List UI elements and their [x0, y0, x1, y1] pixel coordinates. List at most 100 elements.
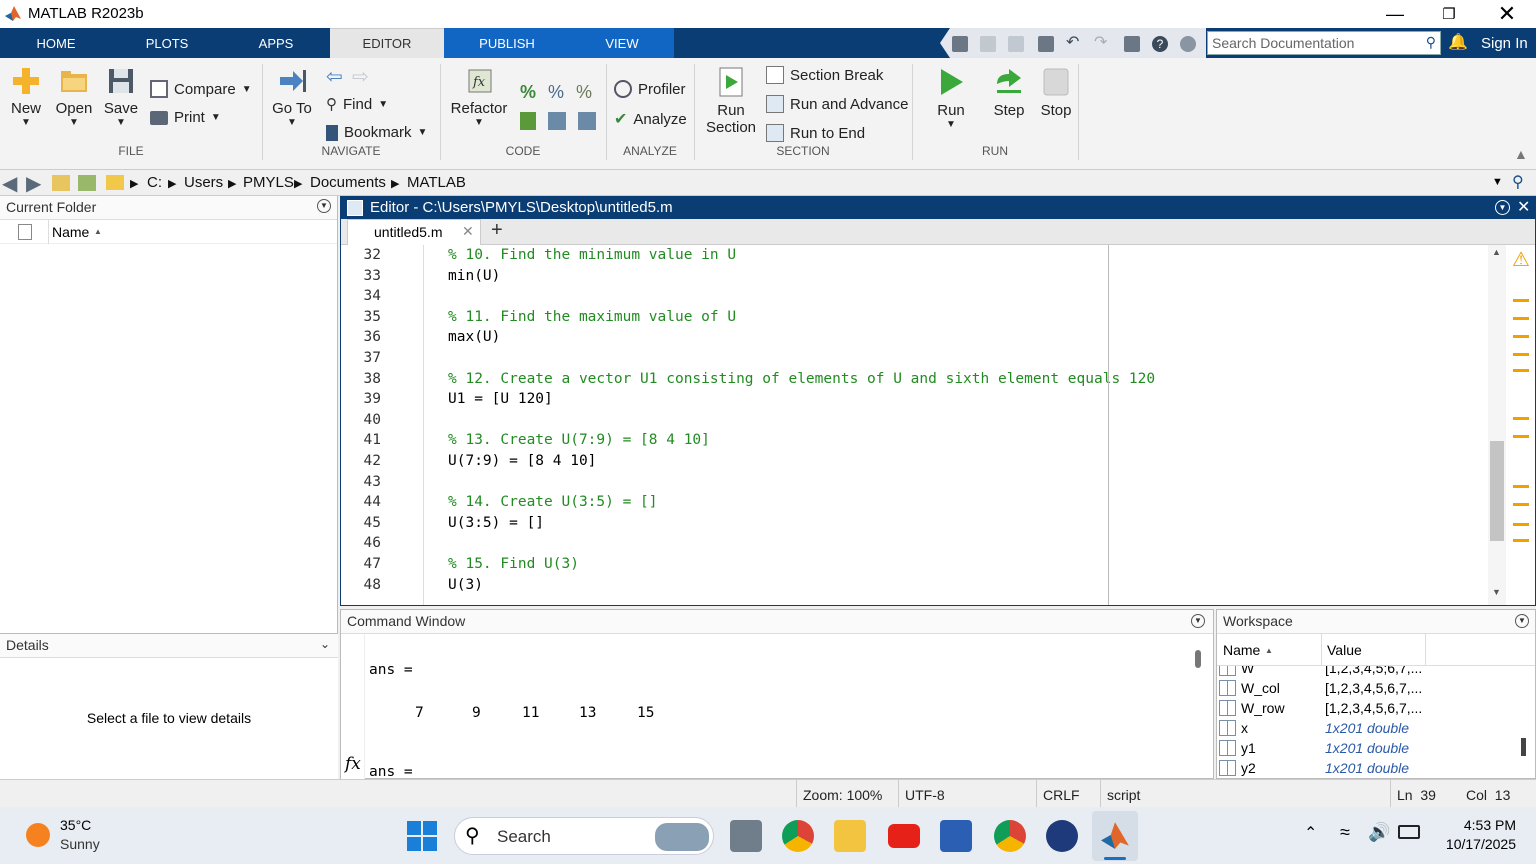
- weather-condition[interactable]: Sunny: [60, 836, 100, 852]
- code-area[interactable]: 32 % 10. Find the minimum value in U 33 min…: [341, 245, 1488, 605]
- file-explorer-icon[interactable]: [834, 820, 866, 852]
- analyze-button[interactable]: ✔ Analyze: [614, 109, 687, 129]
- volume-icon[interactable]: 🔊: [1368, 822, 1390, 843]
- warning-marker[interactable]: [1513, 485, 1529, 488]
- workspace-variable-row[interactable]: y2 1x201 double: [1217, 758, 1517, 778]
- name-column-header[interactable]: Name: [1223, 642, 1260, 658]
- browse-folder-icon[interactable]: [78, 175, 96, 191]
- collapse-ribbon-icon[interactable]: ▲: [1514, 146, 1528, 162]
- new-button[interactable]: New ▼: [8, 66, 44, 128]
- warning-marker[interactable]: [1513, 539, 1529, 542]
- scrollbar-thumb[interactable]: [1195, 650, 1201, 668]
- breadcrumb-documents[interactable]: Documents: [310, 174, 386, 191]
- breadcrumb-c[interactable]: C:: [147, 174, 162, 191]
- panel-menu-icon[interactable]: ▼: [1191, 614, 1205, 628]
- warning-marker[interactable]: [1513, 299, 1529, 302]
- warning-marker[interactable]: [1513, 523, 1529, 526]
- copy-icon[interactable]: [1008, 36, 1024, 52]
- wrap-comments-icon[interactable]: %: [576, 82, 592, 103]
- fx-function-browser-icon[interactable]: fx: [345, 754, 361, 774]
- find-button[interactable]: ⚲ Find ▼: [326, 95, 388, 114]
- scrollbar-thumb[interactable]: [1521, 738, 1526, 756]
- start-windows-icon[interactable]: [407, 821, 437, 851]
- run-section-button[interactable]: Run Section: [704, 66, 758, 136]
- code-comment-line[interactable]: % 15. Find U(3): [448, 556, 579, 572]
- warning-marker[interactable]: [1513, 435, 1529, 438]
- close-tab-icon[interactable]: ✕: [462, 223, 474, 240]
- smart-indent-icon[interactable]: [520, 112, 536, 130]
- tab-untitled5[interactable]: untitled5.m ✕: [347, 219, 481, 245]
- value-column-header[interactable]: Value: [1327, 642, 1362, 658]
- workspace-variable-row[interactable]: y1 1x201 double: [1217, 738, 1517, 758]
- breadcrumb-matlab[interactable]: MATLAB: [407, 174, 466, 191]
- chrome-profile-icon[interactable]: [994, 820, 1026, 852]
- tab-apps[interactable]: APPS: [222, 28, 330, 58]
- warning-marker[interactable]: [1513, 417, 1529, 420]
- code-line[interactable]: U1 = [U 120]: [448, 391, 553, 407]
- decrease-indent-icon[interactable]: [578, 112, 596, 130]
- code-line[interactable]: U(3:5) = []: [448, 515, 544, 531]
- clock-time[interactable]: 4:53 PM: [1440, 817, 1516, 833]
- editor-close-icon[interactable]: ✕: [1517, 197, 1530, 217]
- workspace-variable-row[interactable]: W_col [1,2,3,4,5,6,7,...: [1217, 678, 1517, 698]
- help-icon[interactable]: ?: [1152, 36, 1168, 52]
- temperature[interactable]: 35°C: [60, 817, 91, 833]
- code-line[interactable]: U(3): [448, 577, 483, 593]
- close-button[interactable]: ✕: [1484, 0, 1530, 28]
- uncomment-icon[interactable]: %: [548, 82, 564, 103]
- paste-icon[interactable]: [1038, 36, 1054, 52]
- workspace-variable-row[interactable]: W_row [1,2,3,4,5,6,7,...: [1217, 698, 1517, 718]
- increase-indent-icon[interactable]: [548, 112, 566, 130]
- profiler-button[interactable]: Profiler: [614, 80, 686, 98]
- back-arrow-icon[interactable]: ⇦: [326, 64, 343, 89]
- breadcrumb-pmyls[interactable]: PMYLS: [243, 174, 294, 191]
- panel-menu-icon[interactable]: ▼: [317, 199, 331, 213]
- sun-weather-icon[interactable]: [26, 823, 50, 847]
- step-button[interactable]: Step: [988, 66, 1030, 119]
- warning-marker[interactable]: [1513, 317, 1529, 320]
- panel-menu-icon[interactable]: ▼: [1515, 614, 1529, 628]
- editor-menu-icon[interactable]: ▼: [1495, 200, 1510, 215]
- clock-date[interactable]: 10/17/2025: [1436, 836, 1516, 852]
- tab-home[interactable]: HOME: [0, 28, 112, 58]
- run-to-end-button[interactable]: Run to End: [766, 124, 865, 142]
- wifi-icon[interactable]: ≈: [1340, 822, 1350, 843]
- back-icon[interactable]: ◀: [2, 171, 17, 196]
- warning-icon[interactable]: ⚠: [1512, 247, 1530, 272]
- customize-icon[interactable]: [1180, 36, 1196, 52]
- open-button[interactable]: Open ▼: [54, 66, 94, 128]
- code-line[interactable]: min(U): [448, 268, 500, 284]
- minimize-button[interactable]: —: [1372, 0, 1418, 28]
- switch-windows-icon[interactable]: [1124, 36, 1140, 52]
- code-comment-line[interactable]: % 12. Create a vector U1 consisting of e…: [448, 371, 1155, 387]
- cut-icon[interactable]: [980, 36, 996, 52]
- scrollbar-thumb[interactable]: [1490, 441, 1504, 541]
- compare-button[interactable]: Compare ▼: [150, 80, 252, 98]
- scroll-up-icon[interactable]: ▲: [1492, 247, 1501, 257]
- run-button[interactable]: Run ▼: [930, 66, 972, 130]
- notification-bell-icon[interactable]: 🔔: [1448, 32, 1468, 52]
- tab-editor[interactable]: EDITOR: [330, 28, 444, 58]
- warning-marker[interactable]: [1513, 369, 1529, 372]
- comment-icon[interactable]: %: [520, 82, 536, 103]
- warning-marker[interactable]: [1513, 335, 1529, 338]
- undo-icon[interactable]: ↶: [1066, 32, 1082, 51]
- sign-in-link[interactable]: Sign In: [1481, 35, 1528, 52]
- workspace-variable-row[interactable]: W [1,2,3,4,5;6,7,...: [1217, 666, 1517, 678]
- redo-icon[interactable]: ↷: [1094, 32, 1110, 51]
- battery-icon[interactable]: [1398, 825, 1420, 839]
- warning-marker[interactable]: [1513, 503, 1529, 506]
- forward-icon[interactable]: ▶: [26, 171, 41, 196]
- details-header[interactable]: Details ⌄: [0, 634, 338, 658]
- name-column-header[interactable]: Name: [52, 224, 89, 240]
- section-break-button[interactable]: Section Break: [766, 66, 883, 84]
- search-documentation-input[interactable]: Search Documentation ⚲: [1207, 31, 1441, 55]
- workspace-variable-row[interactable]: x 1x201 double: [1217, 718, 1517, 738]
- save-icon[interactable]: [952, 36, 968, 52]
- matlab-taskbar-icon[interactable]: [1099, 819, 1131, 851]
- code-line[interactable]: U(7:9) = [8 4 10]: [448, 453, 596, 469]
- word-icon[interactable]: [940, 820, 972, 852]
- print-button[interactable]: Print ▼: [150, 109, 221, 126]
- chrome-icon[interactable]: [782, 820, 814, 852]
- code-line[interactable]: max(U): [448, 329, 500, 345]
